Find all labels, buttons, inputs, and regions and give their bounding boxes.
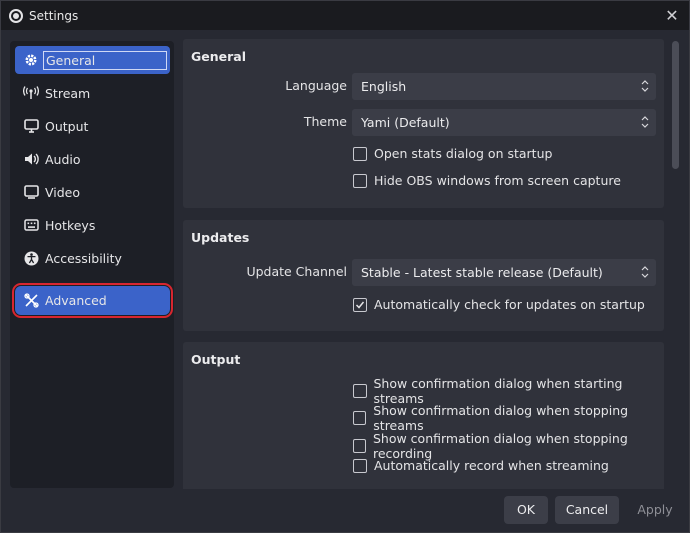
scrollbar-thumb[interactable] bbox=[672, 41, 679, 169]
antenna-icon bbox=[23, 85, 39, 101]
title-bar: Settings ✕ bbox=[0, 0, 690, 30]
checkbox-label: Show confirmation dialog when starting s… bbox=[373, 376, 623, 406]
display-icon bbox=[23, 184, 39, 200]
checkbox-box bbox=[353, 458, 367, 473]
close-button[interactable]: ✕ bbox=[661, 5, 683, 27]
update-channel-select[interactable]: Stable - Latest stable release (Default) bbox=[352, 259, 656, 286]
theme-select[interactable]: Yami (Default) bbox=[352, 109, 656, 136]
group-title: General bbox=[191, 49, 246, 64]
select-value: Yami (Default) bbox=[361, 115, 450, 130]
accessibility-icon bbox=[23, 250, 39, 266]
sidebar-item-label: Hotkeys bbox=[45, 217, 96, 233]
language-select[interactable]: English bbox=[352, 73, 656, 100]
theme-label: Theme bbox=[303, 114, 347, 129]
gear-icon bbox=[23, 52, 39, 68]
checkbox-box bbox=[353, 297, 367, 312]
sidebar-item-label: Advanced bbox=[45, 293, 107, 308]
select-value: English bbox=[361, 79, 407, 94]
update-channel-label: Update Channel bbox=[246, 264, 347, 279]
auto-record-streaming-checkbox[interactable]: Automatically record when streaming bbox=[353, 458, 609, 473]
settings-content: General Language English Theme Yami (Def… bbox=[183, 39, 664, 489]
sidebar-item-general[interactable]: General bbox=[15, 46, 170, 74]
checkbox-label: Automatically check for updates on start… bbox=[374, 297, 645, 312]
group-title: Output bbox=[191, 352, 241, 367]
sidebar-item-advanced[interactable]: Advanced bbox=[12, 283, 173, 318]
checkbox-label: Show confirmation dialog when stopping r… bbox=[372, 431, 628, 461]
sidebar-item-hotkeys[interactable]: Hotkeys bbox=[15, 211, 170, 239]
select-value: Stable - Latest stable release (Default) bbox=[361, 265, 603, 280]
output-group: Output Show confirmation dialog when sta… bbox=[183, 342, 664, 489]
language-label: Language bbox=[285, 78, 347, 93]
sidebar-item-stream[interactable]: Stream bbox=[15, 79, 170, 107]
apply-button[interactable]: Apply bbox=[627, 496, 683, 524]
vertical-scrollbar[interactable] bbox=[669, 39, 681, 489]
general-group: General Language English Theme Yami (Def… bbox=[183, 39, 664, 208]
keyboard-icon bbox=[23, 217, 39, 233]
sidebar-item-label: Audio bbox=[45, 151, 81, 167]
checkbox-box bbox=[353, 411, 367, 425]
tools-icon bbox=[23, 293, 39, 309]
confirm-stop-streams-checkbox[interactable]: Show confirmation dialog when stopping s… bbox=[353, 403, 664, 433]
checkbox-label: Automatically record when streaming bbox=[374, 458, 609, 473]
group-title: Updates bbox=[191, 230, 250, 245]
obs-logo-icon bbox=[9, 8, 23, 23]
auto-check-updates-checkbox[interactable]: Automatically check for updates on start… bbox=[353, 297, 645, 312]
sidebar-item-label: Output bbox=[45, 118, 89, 134]
settings-window: General Stream Output Audio Video Hotkey… bbox=[0, 30, 690, 533]
checkbox-box bbox=[353, 439, 366, 453]
hide-windows-checkbox[interactable]: Hide OBS windows from screen capture bbox=[353, 173, 621, 188]
updown-chevron-icon bbox=[640, 114, 650, 130]
updown-chevron-icon bbox=[640, 78, 650, 94]
checkbox-box bbox=[353, 384, 367, 398]
sidebar-item-output[interactable]: Output bbox=[15, 112, 170, 140]
sidebar-item-accessibility[interactable]: Accessibility bbox=[15, 244, 170, 272]
speaker-icon bbox=[23, 151, 39, 167]
ok-button[interactable]: OK bbox=[504, 496, 548, 524]
sidebar-item-video[interactable]: Video bbox=[15, 178, 170, 206]
cancel-button[interactable]: Cancel bbox=[555, 496, 619, 524]
updates-group: Updates Update Channel Stable - Latest s… bbox=[183, 220, 664, 331]
checkbox-label: Open stats dialog on startup bbox=[374, 146, 553, 161]
sidebar-item-label: Accessibility bbox=[45, 250, 122, 266]
monitor-icon bbox=[23, 118, 39, 134]
checkbox-label: Hide OBS windows from screen capture bbox=[374, 173, 621, 188]
checkbox-box bbox=[353, 146, 367, 161]
sidebar: General Stream Output Audio Video Hotkey… bbox=[10, 41, 174, 488]
sidebar-item-audio[interactable]: Audio bbox=[15, 145, 170, 173]
sidebar-item-label: Stream bbox=[45, 85, 91, 101]
window-title: Settings bbox=[29, 8, 79, 23]
sidebar-item-label: General bbox=[43, 50, 167, 70]
confirm-start-streams-checkbox[interactable]: Show confirmation dialog when starting s… bbox=[353, 376, 664, 406]
checkbox-label: Show confirmation dialog when stopping s… bbox=[373, 403, 629, 433]
checkbox-box bbox=[353, 173, 367, 188]
confirm-stop-recording-checkbox[interactable]: Show confirmation dialog when stopping r… bbox=[353, 431, 664, 461]
open-stats-checkbox[interactable]: Open stats dialog on startup bbox=[353, 146, 552, 161]
checkmark-icon bbox=[355, 301, 365, 309]
updown-chevron-icon bbox=[640, 264, 650, 280]
sidebar-item-label: Video bbox=[45, 184, 81, 200]
